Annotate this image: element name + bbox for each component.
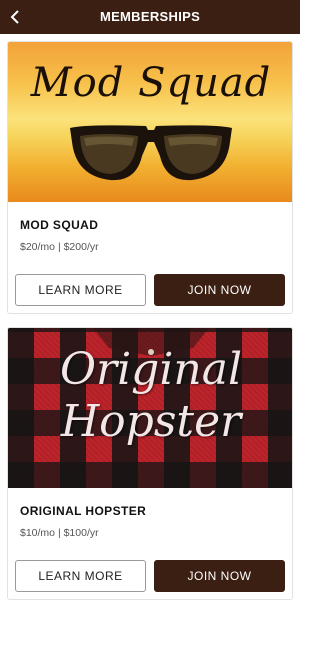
membership-image-original-hopster: Original Hopster xyxy=(8,328,292,488)
membership-card-mod-squad: Mod Squad MOD SQUAD $20/mo | $200/yr LEA… xyxy=(7,41,293,314)
join-now-button[interactable]: JOIN NOW xyxy=(154,274,285,306)
join-now-button[interactable]: JOIN NOW xyxy=(154,560,285,592)
membership-price: $10/mo | $100/yr xyxy=(20,527,99,539)
image-script-line-1: Original xyxy=(59,344,243,395)
image-script-line-2: Hopster xyxy=(60,396,242,447)
learn-more-button[interactable]: LEARN MORE xyxy=(15,560,146,592)
top-app-bar: MEMBERSHIPS xyxy=(0,0,300,34)
membership-title: MOD SQUAD xyxy=(20,218,99,232)
page-title: MEMBERSHIPS xyxy=(99,9,201,24)
learn-more-button[interactable]: LEARN MORE xyxy=(15,274,146,306)
membership-title: ORIGINAL HOPSTER xyxy=(20,504,147,518)
image-script-text: Original Hopster xyxy=(8,344,292,448)
image-script-text: Mod Squad xyxy=(30,60,272,106)
membership-image-mod-squad: Mod Squad xyxy=(8,42,292,202)
sunglasses-image xyxy=(70,125,232,181)
membership-card-original-hopster: Original Hopster ORIGINAL HOPSTER $10/mo… xyxy=(7,327,293,600)
membership-price: $20/mo | $200/yr xyxy=(20,241,99,253)
